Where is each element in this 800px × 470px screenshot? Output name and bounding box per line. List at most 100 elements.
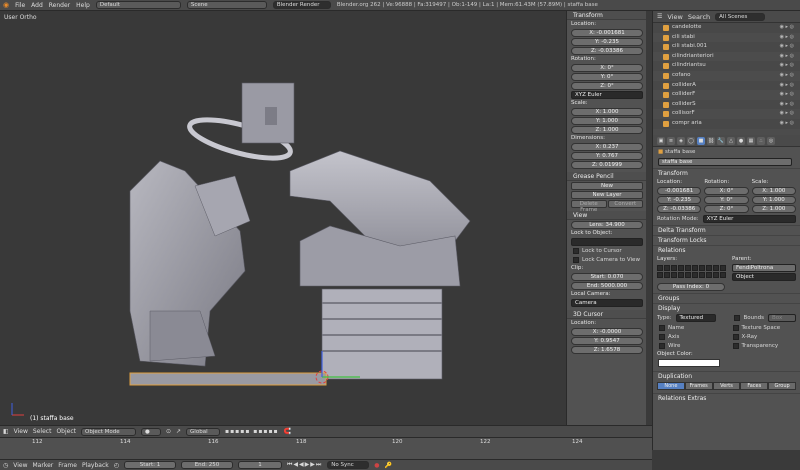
outliner-item[interactable]: compr aria ◉ ▸ ◎	[653, 118, 800, 129]
snap-icon[interactable]: 🧲	[284, 428, 291, 435]
end-frame-field[interactable]: End: 250	[180, 461, 233, 469]
cursor-x-field[interactable]: X: -0.0000	[571, 328, 643, 336]
delete-frame-button[interactable]: Delete Frame	[571, 200, 607, 213]
3d-cursor-header[interactable]: 3D Cursor	[567, 310, 646, 319]
record-icon[interactable]: ●	[374, 462, 379, 469]
pass-index-field[interactable]: Pass Index: 0	[657, 283, 725, 291]
physics-tab-icon[interactable]: ◎	[767, 136, 775, 145]
outliner-view-menu[interactable]: View	[667, 13, 682, 21]
location-y-field[interactable]: Y: -0.235	[657, 196, 702, 204]
material-tab-icon[interactable]: ●	[737, 136, 745, 145]
orientation-select[interactable]: Global	[186, 427, 221, 436]
rotation-y-field[interactable]: Y: 0°	[571, 73, 643, 81]
menu-help[interactable]: Help	[76, 2, 90, 9]
visibility-icon[interactable]: ◉ ▸ ◎	[780, 100, 794, 110]
local-camera-field[interactable]: Camera	[571, 299, 643, 307]
modifiers-tab-icon[interactable]: 🔧	[717, 136, 725, 145]
groups-header[interactable]: Groups	[653, 293, 800, 303]
parent-field[interactable]: FendiPoltrona	[732, 264, 796, 272]
bounds-type-select[interactable]: Box	[767, 314, 796, 322]
sync-select[interactable]: No Sync	[327, 461, 370, 469]
convert-button[interactable]: Convert	[607, 200, 643, 208]
timeline-editor-icon[interactable]: ◷	[3, 462, 8, 469]
checkbox-box[interactable]	[659, 324, 665, 331]
rotation-mode-select[interactable]: XYZ Euler	[571, 91, 643, 99]
timeline[interactable]: 112 114 116 118 120 122 124	[0, 437, 652, 459]
object-color-swatch[interactable]	[658, 359, 720, 367]
location-y-field[interactable]: Y: -0.235	[571, 38, 643, 46]
visibility-icon[interactable]: ◉ ▸ ◎	[780, 119, 794, 129]
transform-section-header[interactable]: Transform	[653, 168, 800, 178]
mode-select[interactable]: Object Mode	[80, 427, 136, 436]
scale-z-field[interactable]: Z: 1.000	[751, 205, 796, 213]
visibility-icon[interactable]: ◉ ▸ ◎	[780, 90, 794, 100]
timeline-view-menu[interactable]: View	[13, 462, 27, 469]
clip-start-field[interactable]: Start: 0.070	[571, 273, 643, 281]
rotation-x-field[interactable]: X: 0°	[571, 64, 643, 72]
dup-none-button[interactable]: None	[657, 382, 685, 390]
pivot-icon[interactable]: ⊙	[166, 428, 171, 435]
render-engine-select[interactable]: Blender Render	[272, 1, 331, 9]
outliner-scope-select[interactable]: All Scenes	[715, 12, 766, 21]
view-menu[interactable]: View	[14, 428, 28, 435]
dup-group-button[interactable]: Group	[768, 382, 796, 390]
rotation-z-field[interactable]: Z: 0°	[704, 205, 749, 213]
lock-cursor-checkbox[interactable]: Lock to Cursor	[567, 246, 646, 255]
object-menu[interactable]: Object	[56, 428, 76, 435]
blender-logo-icon[interactable]: ◉	[3, 1, 9, 9]
scale-z-field[interactable]: Z: 1.000	[571, 126, 643, 134]
transform-panel-header[interactable]: Transform	[567, 11, 646, 20]
location-x-field[interactable]: -0.001681	[657, 187, 702, 195]
menu-render[interactable]: Render	[49, 2, 70, 9]
editor-type-icon[interactable]: ◧	[3, 428, 9, 435]
checkbox-box[interactable]	[573, 256, 579, 263]
constraints-tab-icon[interactable]: ⛓	[707, 136, 715, 145]
clip-end-field[interactable]: End: 5000.000	[571, 282, 643, 290]
scale-y-field[interactable]: Y: 1.000	[751, 196, 796, 204]
visibility-icon[interactable]: ◉ ▸ ◎	[780, 61, 794, 71]
playback-menu[interactable]: Playback	[82, 462, 109, 469]
rotation-y-field[interactable]: Y: 0°	[704, 196, 749, 204]
location-z-field[interactable]: Z: -0.03386	[571, 47, 643, 55]
visibility-icon[interactable]: ◉ ▸ ◎	[780, 81, 794, 91]
shading-select[interactable]: ●	[140, 427, 161, 436]
outliner-item[interactable]: cili stabi ◉ ▸ ◎	[653, 33, 800, 43]
location-x-field[interactable]: X: -0.001681	[571, 29, 643, 37]
display-header[interactable]: Display	[653, 303, 800, 313]
rotation-z-field[interactable]: Z: 0°	[571, 82, 643, 90]
display-type-select[interactable]: Textured	[675, 314, 716, 322]
outliner-item[interactable]: cofano ◉ ▸ ◎	[653, 71, 800, 81]
checkbox-box[interactable]	[732, 342, 739, 349]
scene-select[interactable]: Scene	[186, 1, 267, 9]
object-name-field[interactable]: staffa base	[658, 158, 792, 166]
visibility-icon[interactable]: ◉ ▸ ◎	[780, 42, 794, 52]
transform-locks-header[interactable]: Transform Locks	[653, 235, 800, 245]
checkbox-box[interactable]	[573, 247, 579, 254]
menu-add[interactable]: Add	[31, 2, 43, 9]
outliner-item[interactable]: collisorF ◉ ▸ ◎	[653, 109, 800, 119]
delta-transform-header[interactable]: Delta Transform	[653, 225, 800, 235]
cursor-z-field[interactable]: Z: 1.6578	[571, 346, 643, 354]
visibility-icon[interactable]: ◉ ▸ ◎	[780, 109, 794, 119]
visibility-icon[interactable]: ◉ ▸ ◎	[780, 23, 794, 33]
outliner-item[interactable]: cilindrianteriori ◉ ▸ ◎	[653, 52, 800, 62]
world-tab-icon[interactable]: ◯	[687, 136, 695, 145]
cursor-y-field[interactable]: Y: 0.9547	[571, 337, 643, 345]
dup-faces-button[interactable]: Faces	[740, 382, 769, 390]
playback-controls[interactable]: ⏮◀◀▶▶⏭	[287, 461, 322, 469]
layers-tab-icon[interactable]: ≡	[667, 136, 675, 145]
rotation-mode-select[interactable]: XYZ Euler	[702, 215, 796, 223]
render-tab-icon[interactable]: ▣	[657, 136, 665, 145]
menu-file[interactable]: File	[15, 2, 25, 9]
preview-range-icon[interactable]: ◴	[114, 462, 119, 469]
visibility-icon[interactable]: ◉ ▸ ◎	[780, 71, 794, 81]
name-checkbox[interactable]: Name	[653, 323, 727, 332]
manipulator-icon[interactable]: ↗	[176, 428, 181, 435]
outliner-item[interactable]: colliderF ◉ ▸ ◎	[653, 90, 800, 100]
start-frame-field[interactable]: Start: 1	[123, 461, 176, 469]
layer-buttons[interactable]: ▪▪▪▪▪ ▪▪▪▪▪	[225, 428, 279, 435]
location-z-field[interactable]: Z: -0.03386	[657, 205, 702, 213]
scale-x-field[interactable]: X: 1.000	[571, 108, 643, 116]
layer-grid[interactable]	[657, 265, 726, 278]
grease-new-button[interactable]: New	[571, 182, 643, 190]
